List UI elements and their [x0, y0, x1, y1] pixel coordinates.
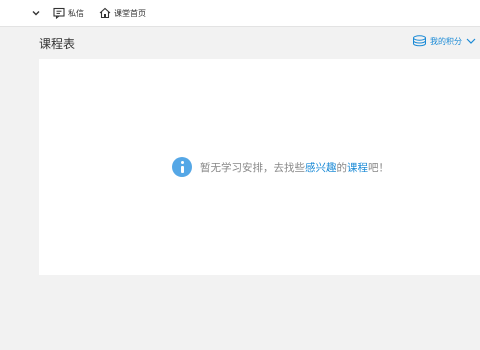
my-points-dropdown[interactable]: 我的积分	[412, 35, 476, 47]
messages-link[interactable]: 私信	[53, 6, 84, 20]
course-link[interactable]: 课程	[347, 160, 368, 175]
empty-prefix: 暂无学习安排，去找些	[200, 161, 305, 174]
info-icon	[172, 157, 192, 177]
interest-link[interactable]: 感兴趣	[305, 160, 337, 175]
chevron-down-icon[interactable]	[31, 8, 41, 18]
page-title: 课程表	[39, 37, 76, 51]
course-home-link[interactable]: 课堂首页	[99, 6, 146, 20]
chevron-down-icon	[466, 38, 476, 44]
empty-state: 暂无学习安排，去找些 感兴趣的课程 吧！	[172, 157, 389, 177]
empty-suffix: 吧！	[368, 161, 389, 174]
coins-icon	[413, 35, 426, 47]
empty-middle: 的	[336, 161, 348, 174]
course-home-label: 课堂首页	[114, 8, 146, 18]
message-icon	[53, 7, 65, 19]
top-bar: 私信 课堂首页	[0, 0, 480, 27]
schedule-panel: 暂无学习安排，去找些 感兴趣的课程 吧！	[39, 59, 480, 275]
my-points-label: 我的积分	[430, 36, 462, 46]
messages-label: 私信	[68, 8, 84, 18]
home-icon	[99, 7, 111, 19]
